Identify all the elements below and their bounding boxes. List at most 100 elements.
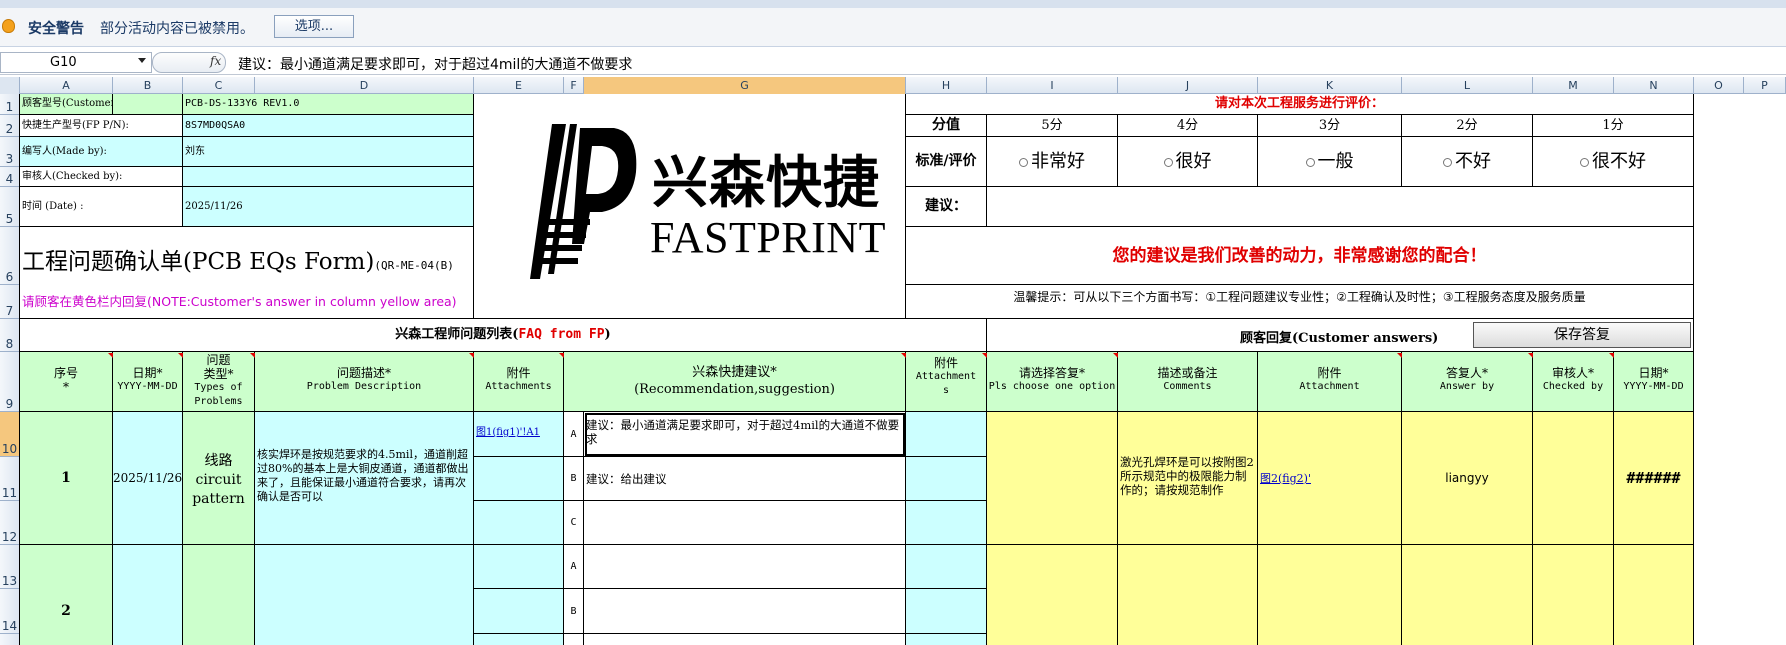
item-2-attachment-c[interactable] (474, 634, 564, 645)
column-header-f[interactable]: F (564, 77, 584, 94)
row-header-10[interactable]: 10 (0, 412, 20, 457)
comment-indicator[interactable] (1397, 353, 1402, 358)
item-1-attachment-b[interactable] (474, 457, 564, 501)
column-header-j[interactable]: J (1118, 77, 1258, 94)
date-value[interactable]: 2025/11/26 (183, 187, 474, 227)
item-2-no[interactable]: 2 (20, 545, 113, 645)
item-1-answer-attachment[interactable]: 图2(fig2)' (1258, 412, 1402, 545)
item-2-comments[interactable] (1118, 545, 1258, 645)
item-2-checked-by[interactable] (1533, 545, 1614, 645)
item-1-answer-by[interactable]: liangyy (1402, 412, 1533, 545)
item-2-answer-attachment[interactable] (1258, 545, 1402, 645)
item-2-option-b-text[interactable] (584, 589, 906, 634)
rating-option-poor[interactable]: 不好 (1402, 137, 1533, 187)
row-header-6[interactable]: 6 (0, 227, 20, 285)
checked-by-value[interactable] (183, 167, 474, 187)
options-button[interactable]: 选项... (274, 15, 354, 38)
column-header-h[interactable]: H (906, 77, 987, 94)
item-2-option-a-text[interactable] (584, 545, 906, 589)
item-2-attach2-c[interactable] (906, 634, 987, 645)
item-2-description[interactable] (255, 545, 474, 645)
formula-input[interactable]: 建议：最小通道满足要求即可，对于超过4mil的大通道不做要求 (238, 54, 632, 74)
item-2-date-2[interactable] (1614, 545, 1694, 645)
customer-pn-value[interactable]: PCB-DS-133Y6 REV1.0 (183, 94, 474, 115)
row-header-8[interactable]: 8 (0, 319, 20, 352)
rating-option-very-poor[interactable]: 很不好 (1533, 137, 1694, 187)
item-2-date[interactable] (113, 545, 183, 645)
item-1-attachment-c[interactable] (474, 501, 564, 545)
row-header-4[interactable]: 4 (0, 167, 20, 187)
item-2-attach2-a[interactable] (906, 545, 987, 589)
column-header-o[interactable]: O (1694, 77, 1744, 94)
row-header-9[interactable]: 9 (0, 352, 20, 412)
comment-indicator[interactable] (178, 353, 183, 358)
fp-pn-value[interactable]: 8S7MD0QSA0 (183, 115, 474, 137)
column-header-b[interactable]: B (113, 77, 183, 94)
row-header-14[interactable]: 14 (0, 589, 20, 634)
item-1-date-2[interactable]: ###### (1614, 412, 1694, 545)
item-1-description[interactable]: 核实焊环是按规范要求的4.5mil，通道削超过80%的基本上是大铜皮通道，通道都… (255, 412, 474, 545)
comment-indicator[interactable] (901, 353, 906, 358)
rating-option-good[interactable]: 很好 (1118, 137, 1258, 187)
radio-icon[interactable] (1163, 157, 1173, 167)
row-header-1[interactable]: 1 (0, 94, 20, 115)
item-2-type[interactable] (183, 545, 255, 645)
attachment-link[interactable]: 图1(fig1)'!A1 (476, 427, 540, 438)
rating-option-excellent[interactable]: 非常好 (987, 137, 1118, 187)
row-header-13[interactable]: 13 (0, 545, 20, 589)
item-2-attachment-b[interactable] (474, 589, 564, 634)
item-1-option-c-text[interactable] (584, 501, 906, 545)
item-1-attach2-b[interactable] (906, 457, 987, 501)
comment-indicator[interactable] (250, 353, 255, 358)
row-header-12[interactable]: 12 (0, 501, 20, 545)
radio-icon[interactable] (1305, 157, 1315, 167)
row-header-7[interactable]: 7 (0, 285, 20, 319)
row-header-5[interactable]: 5 (0, 187, 20, 227)
item-2-attachment-a[interactable] (474, 545, 564, 589)
comment-indicator[interactable] (559, 353, 564, 358)
item-2-choose-answer[interactable] (987, 545, 1118, 645)
insert-function-icon[interactable]: fx (210, 54, 221, 68)
column-header-p[interactable]: P (1744, 77, 1786, 94)
column-header-n[interactable]: N (1614, 77, 1694, 94)
select-all-corner[interactable] (0, 77, 20, 94)
item-1-attachment[interactable]: 图1(fig1)'!A1 (474, 412, 564, 457)
row-header-2[interactable]: 2 (0, 115, 20, 137)
row-header-3[interactable]: 3 (0, 137, 20, 167)
item-1-checked-by[interactable] (1533, 412, 1614, 545)
radio-icon[interactable] (1019, 157, 1028, 167)
column-header-c[interactable]: C (183, 77, 255, 94)
item-1-comments[interactable]: 激光孔焊环是可以按附图2所示规范中的极限能力制作的；请按规范制作 (1118, 412, 1258, 545)
column-header-g[interactable]: G (584, 77, 906, 94)
item-1-no[interactable]: 1 (20, 412, 113, 545)
save-answer-button[interactable]: 保存答复 (1473, 322, 1691, 348)
row-header-11[interactable]: 11 (0, 457, 20, 501)
item-1-date[interactable]: 2025/11/26 (113, 412, 183, 545)
item-2-option-c-text[interactable] (584, 634, 906, 645)
item-1-attach2-c[interactable] (906, 501, 987, 545)
item-1-type[interactable]: 线路 circuit pattern (183, 412, 255, 545)
column-header-d[interactable]: D (255, 77, 474, 94)
column-header-e[interactable]: E (474, 77, 564, 94)
item-2-attach2-b[interactable] (906, 589, 987, 634)
comment-indicator[interactable] (982, 353, 987, 358)
comment-indicator[interactable] (1609, 353, 1614, 358)
item-1-attach2-a[interactable] (906, 412, 987, 457)
made-by-value[interactable]: 刘东 (183, 137, 474, 167)
comment-indicator[interactable] (469, 353, 474, 358)
comment-indicator[interactable] (108, 353, 113, 358)
column-header-i[interactable]: I (987, 77, 1118, 94)
item-2-answer-by[interactable] (1402, 545, 1533, 645)
column-header-a[interactable]: A (20, 77, 113, 94)
comment-indicator[interactable] (1528, 353, 1533, 358)
radio-icon[interactable] (1580, 157, 1589, 167)
radio-icon[interactable] (1443, 157, 1452, 167)
attachment-link[interactable]: 图2(fig2)' (1260, 472, 1311, 485)
suggestion-input[interactable] (987, 187, 1694, 227)
rating-option-average[interactable]: 一般 (1258, 137, 1402, 187)
column-header-k[interactable]: K (1258, 77, 1402, 94)
item-1-choose-answer[interactable] (987, 412, 1118, 545)
column-header-l[interactable]: L (1402, 77, 1533, 94)
row-header-15[interactable] (0, 634, 20, 645)
item-1-option-b-text[interactable]: 建议：给出建议 (584, 457, 906, 501)
